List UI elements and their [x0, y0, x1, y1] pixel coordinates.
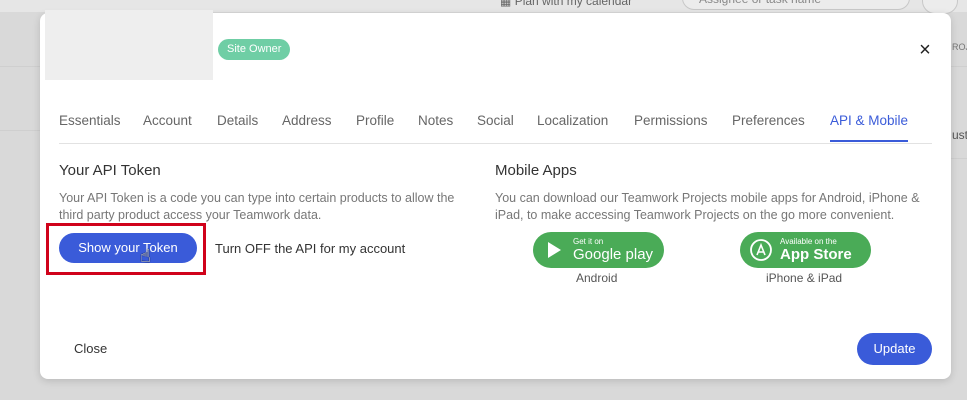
iphone-ipad-caption: iPhone & iPad — [766, 271, 843, 285]
background-divider — [951, 66, 967, 67]
tab-account[interactable]: Account — [143, 113, 192, 141]
tab-bar: Essentials Account Details Address Profi… — [59, 113, 932, 144]
edit-user-modal: Site Owner × Essentials Account Details … — [40, 10, 951, 379]
mobile-apps-description: You can download our Teamwork Projects m… — [495, 191, 920, 222]
background-divider — [951, 158, 967, 159]
app-store-icon — [750, 239, 772, 261]
mobile-apps-title: Mobile Apps — [495, 162, 577, 179]
tab-essentials[interactable]: Essentials — [59, 113, 121, 141]
api-toggle-link[interactable]: Turn OFF the API for my account — [215, 241, 405, 256]
background-edge-text: ROJ — [952, 42, 967, 52]
tab-notes[interactable]: Notes — [418, 113, 453, 141]
site-owner-badge: Site Owner — [218, 39, 291, 60]
google-play-button[interactable]: Get it on Google play — [533, 232, 664, 268]
tab-details[interactable]: Details — [217, 113, 258, 141]
background-edge-text: ust — [952, 128, 967, 142]
tab-api-mobile[interactable]: API & Mobile — [830, 113, 909, 142]
close-icon[interactable]: × — [916, 40, 934, 60]
background-divider — [0, 130, 40, 131]
close-button[interactable]: Close — [74, 341, 107, 356]
tab-localization[interactable]: Localization — [537, 113, 608, 141]
highlight-box — [46, 223, 206, 275]
tab-profile[interactable]: Profile — [356, 113, 394, 141]
tab-preferences[interactable]: Preferences — [732, 113, 805, 141]
background-search-input[interactable]: Assignee or task name — [682, 0, 910, 10]
background-divider — [0, 66, 40, 67]
calendar-link-label: Plan with my calendar — [514, 0, 633, 8]
app-store-label: App Store — [780, 246, 852, 263]
api-token-title: Your API Token — [59, 162, 161, 179]
calendar-icon: ▦ — [500, 0, 512, 8]
plan-calendar-link[interactable]: ▦ Plan with my calendar — [500, 0, 632, 8]
app-store-small-text: Available on the — [780, 237, 837, 246]
tab-social[interactable]: Social — [477, 113, 514, 141]
android-caption: Android — [576, 271, 618, 285]
google-play-small-text: Get it on — [573, 237, 604, 246]
tab-permissions[interactable]: Permissions — [634, 113, 708, 141]
hand-cursor-icon: ☝ — [140, 246, 151, 266]
avatar — [45, 10, 213, 80]
update-button[interactable]: Update — [857, 333, 932, 365]
google-play-icon — [548, 242, 561, 258]
api-token-description: Your API Token is a code you can type in… — [59, 191, 455, 222]
tab-address[interactable]: Address — [282, 113, 332, 141]
app-store-button[interactable]: Available on the App Store — [740, 232, 871, 268]
google-play-label: Google play — [573, 246, 654, 263]
